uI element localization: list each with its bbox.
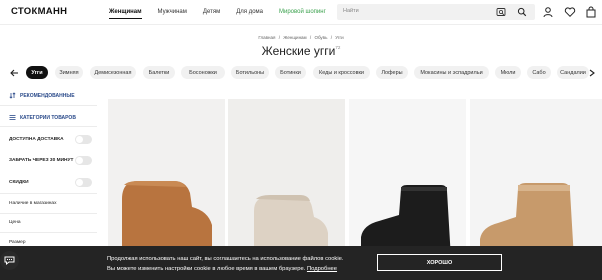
logo[interactable]: СТОКМАНН xyxy=(11,6,67,17)
filter-size[interactable]: Размер xyxy=(9,240,26,245)
user-icon[interactable] xyxy=(542,6,554,18)
bag-icon[interactable] xyxy=(585,6,597,18)
filter-price[interactable]: Цена xyxy=(9,220,21,225)
product-image xyxy=(122,181,212,259)
product-card[interactable] xyxy=(228,99,345,259)
chat-button[interactable] xyxy=(0,251,19,270)
product-categories[interactable]: КАТЕГОРИИ ТОВАРОВ xyxy=(9,114,76,121)
sidebar-divider xyxy=(0,105,97,106)
toggle-label-delivery: ДОСТУПНА ДОСТАВКА xyxy=(9,137,64,142)
product-image xyxy=(480,183,574,259)
chip-ankle-boots[interactable]: Ботильоны xyxy=(231,66,269,79)
product-card[interactable] xyxy=(470,99,602,259)
chip-loafers[interactable]: Лоферы xyxy=(376,66,408,79)
chip-mules[interactable]: Мюли xyxy=(495,66,521,79)
chevron-right-icon[interactable] xyxy=(587,68,597,78)
page-title: Женские угги72 xyxy=(0,44,602,58)
chip-boots[interactable]: Ботинки xyxy=(275,66,306,79)
nav-item-home[interactable]: Для дома xyxy=(236,0,263,24)
cookie-line-2-text: Вы можете изменить настройки cookie в лю… xyxy=(107,266,306,272)
header-divider xyxy=(0,24,602,25)
filter-availability[interactable]: Наличие в магазинах xyxy=(9,201,57,206)
chip-sandals[interactable]: Сандалии xyxy=(557,66,589,79)
chip-sandals-heels[interactable]: Босоножки xyxy=(181,66,225,79)
delivery-toggle[interactable] xyxy=(75,135,92,144)
cookie-line-2: Вы можете изменить настройки cookie в лю… xyxy=(107,264,343,274)
breadcrumb-separator: / xyxy=(278,35,280,40)
page-title-text: Женские угги xyxy=(261,44,336,58)
breadcrumb-item: Угги xyxy=(335,35,344,40)
search-input[interactable]: Найти xyxy=(337,4,535,20)
breadcrumb-separator: / xyxy=(330,35,332,40)
toggle-label-discounts: СКИДКИ xyxy=(9,180,29,185)
nav-item-men[interactable]: Мужчинам xyxy=(158,0,187,24)
category-chips: Угги Зимняя Демисезонная Балетки Босонож… xyxy=(0,66,602,80)
sort-icon xyxy=(9,92,16,99)
chip-demiseason[interactable]: Демисезонная xyxy=(90,66,136,79)
product-image xyxy=(254,195,328,259)
product-card[interactable] xyxy=(349,99,466,259)
product-card[interactable] xyxy=(108,99,225,259)
sort-label: РЕКОМЕНДОВАННЫЕ xyxy=(20,92,75,99)
chat-icon xyxy=(4,256,15,266)
chip-winter[interactable]: Зимняя xyxy=(55,66,83,79)
cookie-more-link[interactable]: Подробнее xyxy=(307,266,337,272)
camera-search-icon[interactable] xyxy=(496,7,506,17)
breadcrumb-item[interactable]: Обувь xyxy=(314,35,327,40)
breadcrumb-item[interactable]: Главная xyxy=(258,35,275,40)
chip-moccasins[interactable]: Мокасины и эспадрильи xyxy=(414,66,489,79)
nav-item-women[interactable]: Женщинам xyxy=(109,0,142,24)
sidebar-divider xyxy=(0,193,97,194)
main-nav: Женщинам Мужчинам Детям Для дома Мировой… xyxy=(109,0,342,24)
search-icon[interactable] xyxy=(517,7,527,17)
sort-recommended[interactable]: РЕКОМЕНДОВАННЫЕ xyxy=(9,92,75,99)
product-count: 72 xyxy=(335,45,341,50)
cookie-banner: Продолжая использовать наш сайт, вы согл… xyxy=(0,246,602,280)
cookie-accept-button[interactable]: ХОРОШО xyxy=(377,254,502,271)
search-placeholder: Найти xyxy=(343,8,359,14)
chip-sneakers[interactable]: Кеды и кроссовки xyxy=(313,66,370,79)
pickup-toggle[interactable] xyxy=(75,156,92,165)
heart-icon[interactable] xyxy=(564,6,576,18)
sidebar-divider xyxy=(0,126,97,127)
breadcrumb-item[interactable]: Женщинам xyxy=(283,35,306,40)
sidebar-divider xyxy=(0,213,97,214)
cookie-text: Продолжая использовать наш сайт, вы согл… xyxy=(107,254,343,274)
categories-label: КАТЕГОРИИ ТОВАРОВ xyxy=(20,114,76,121)
breadcrumb-separator: / xyxy=(309,35,312,40)
nav-item-world-shopping[interactable]: Мировой шопинг xyxy=(279,0,326,24)
nav-item-kids[interactable]: Детям xyxy=(203,0,220,24)
chip-clogs[interactable]: Сабо xyxy=(527,66,551,79)
toggle-label-pickup: ЗАБРАТЬ ЧЕРЕЗ 30 МИНУТ xyxy=(9,158,74,163)
breadcrumb: Главная / Женщинам / Обувь / Угги xyxy=(0,35,602,40)
product-image xyxy=(361,185,451,259)
sidebar-divider xyxy=(0,232,97,233)
cookie-line-1: Продолжая использовать наш сайт, вы согл… xyxy=(107,256,344,262)
filter-icon xyxy=(9,115,16,120)
arrow-left-icon[interactable] xyxy=(9,68,19,78)
header: СТОКМАНН Женщинам Мужчинам Детям Для дом… xyxy=(0,0,602,24)
chip-ballet-flats[interactable]: Балетки xyxy=(143,66,175,79)
chip-uggs[interactable]: Угги xyxy=(26,66,48,79)
discounts-toggle[interactable] xyxy=(75,178,92,187)
